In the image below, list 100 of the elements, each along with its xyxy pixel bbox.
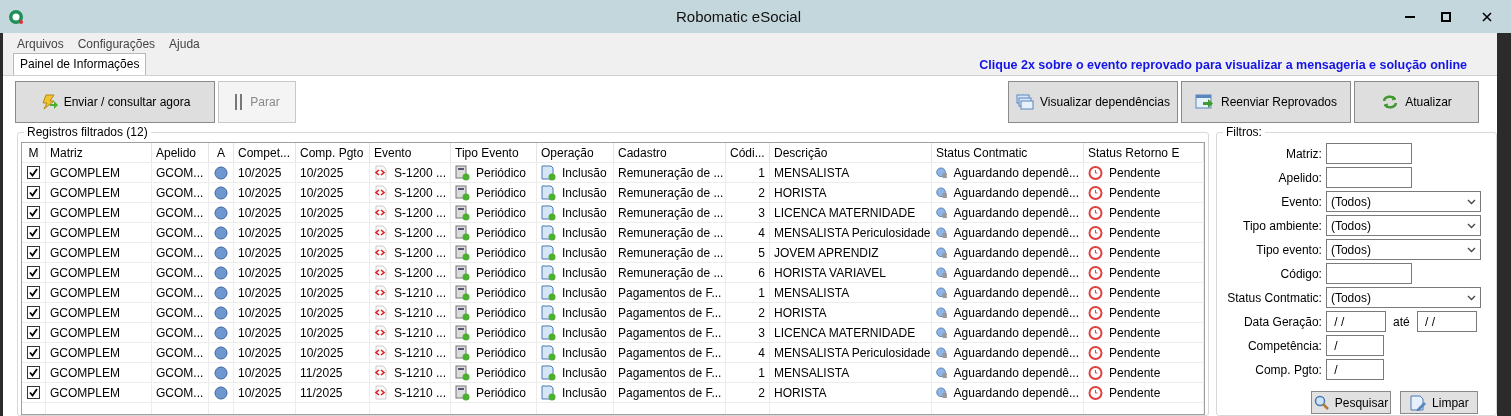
table-cell: S-1210 ... xyxy=(393,285,446,300)
table-cell: Aguardando dependê... xyxy=(953,165,1079,180)
document-add-icon xyxy=(541,304,556,321)
window-title: Robomatic eSocial xyxy=(674,8,803,25)
table-cell: GCOMPLEM xyxy=(50,285,120,300)
field-label: Evento: xyxy=(1280,194,1322,209)
menu-item[interactable]: Configurações xyxy=(77,36,156,51)
table-cell: 1 xyxy=(758,165,765,180)
checkbox[interactable] xyxy=(27,166,40,179)
table-cell: 10/2025 xyxy=(300,225,344,240)
table-cell: 4 xyxy=(758,225,765,240)
table-cell: Pendente xyxy=(1109,365,1161,380)
windows-icon xyxy=(1016,94,1035,110)
chevron-down-icon xyxy=(1466,246,1476,253)
table-cell: HORISTA xyxy=(774,385,827,400)
table-cell: GCOMPLEM xyxy=(50,365,120,380)
checkbox[interactable] xyxy=(27,266,40,279)
table-cell: MENSALISTA xyxy=(774,285,850,300)
globe-icon xyxy=(214,265,228,280)
table-cell: 10/2025 xyxy=(238,245,282,260)
checkbox[interactable] xyxy=(27,286,40,299)
field-label: Tipo ambiente: xyxy=(1242,218,1322,233)
field-label: Tipo evento: xyxy=(1255,242,1322,257)
toolbar-button[interactable]: Reenviar Reprovados xyxy=(1181,81,1351,123)
table-cell: Pendente xyxy=(1109,225,1161,240)
dropdown[interactable]: (Todos) xyxy=(1325,287,1481,308)
alarm-clock-icon xyxy=(1088,205,1103,220)
table-cell: Aguardando dependê... xyxy=(953,265,1079,280)
code-file-icon xyxy=(374,225,388,240)
table-cell: GCOMPLEM xyxy=(50,265,120,280)
refresh-icon xyxy=(1381,94,1400,110)
checkbox[interactable] xyxy=(27,306,40,319)
input-field[interactable] xyxy=(1325,143,1412,164)
date-field[interactable]: / / xyxy=(1416,311,1477,332)
table-cell: Aguardando dependê... xyxy=(953,185,1079,200)
code-file-icon xyxy=(374,385,388,400)
checkbox[interactable] xyxy=(27,386,40,399)
group-title: Filtros: xyxy=(1222,125,1265,139)
search-icon xyxy=(1313,394,1330,411)
input-field[interactable] xyxy=(1325,263,1412,284)
input-field[interactable] xyxy=(1325,167,1412,188)
table-cell: 10/2025 xyxy=(300,265,344,280)
table-cell: Inclusão xyxy=(562,385,607,400)
toolbar-button[interactable]: Visualizar dependências xyxy=(1008,81,1178,123)
table-cell: Aguardando dependê... xyxy=(953,345,1079,360)
code-file-icon xyxy=(374,325,388,340)
toolbar-button[interactable]: Enviar / consultar agora xyxy=(15,81,215,123)
globe-icon xyxy=(214,325,228,340)
table-cell: Pagamentos de F... xyxy=(618,305,722,320)
table-cell: 1 xyxy=(758,285,765,300)
table-cell: 10/2025 xyxy=(300,305,344,320)
date-field[interactable]: / / xyxy=(1325,311,1386,332)
filter-button[interactable]: Limpar xyxy=(1399,391,1478,414)
globe-icon xyxy=(214,345,228,360)
menu-item[interactable]: Arquivos xyxy=(17,36,64,51)
calculator-add-icon xyxy=(455,244,470,261)
toolbar-button[interactable]: Atualizar xyxy=(1354,81,1479,123)
checkbox[interactable] xyxy=(27,326,40,339)
calculator-add-icon xyxy=(455,184,470,201)
globe-icon xyxy=(214,365,228,380)
input-field[interactable]: / xyxy=(1325,335,1384,356)
input-field[interactable]: / xyxy=(1325,359,1384,380)
alarm-clock-icon xyxy=(1088,305,1103,320)
globe-icon xyxy=(214,205,228,220)
calculator-add-icon xyxy=(455,384,470,401)
table-cell: Pendente xyxy=(1109,245,1161,260)
table-cell: GCOM... xyxy=(156,365,204,380)
table-cell: GCOM... xyxy=(156,265,204,280)
dropdown[interactable]: (Todos) xyxy=(1325,239,1481,260)
table-cell: GCOMPLEM xyxy=(50,305,120,320)
checkbox[interactable] xyxy=(27,366,40,379)
globe-icon xyxy=(214,285,228,300)
calculator-add-icon xyxy=(455,224,470,241)
table-cell: Pagamentos de F... xyxy=(618,385,722,400)
alarm-clock-icon xyxy=(1088,265,1103,280)
table-cell: Inclusão xyxy=(562,185,607,200)
table-cell: GCOMPLEM xyxy=(50,245,120,260)
checkbox[interactable] xyxy=(27,346,40,359)
code-file-icon xyxy=(374,285,388,300)
table-cell: GCOM... xyxy=(156,165,204,180)
tab[interactable]: Painel de Informações xyxy=(13,53,147,75)
dropdown[interactable]: (Todos) xyxy=(1325,215,1481,236)
table-cell: Periódico xyxy=(476,345,527,360)
dropdown[interactable]: (Todos) xyxy=(1325,191,1481,212)
filter-button[interactable]: Pesquisar xyxy=(1310,391,1391,414)
checkbox[interactable] xyxy=(27,246,40,259)
table-cell: GCOM... xyxy=(156,305,204,320)
checkbox[interactable] xyxy=(27,206,40,219)
checkbox[interactable] xyxy=(27,226,40,239)
table-cell: GCOMPLEM xyxy=(50,205,120,220)
table-cell: Periódico xyxy=(476,205,527,220)
table-cell: GCOM... xyxy=(156,325,204,340)
hint-text: Clique 2x sobre o evento reprovado para visualizar a mensageria e solução online xyxy=(979,58,1468,74)
table-cell: Pendente xyxy=(1109,305,1161,320)
check-icon xyxy=(29,168,38,177)
table-cell: Pendente xyxy=(1109,165,1161,180)
menu-item[interactable]: Ajuda xyxy=(169,36,200,51)
document-add-icon xyxy=(541,244,556,261)
checkbox[interactable] xyxy=(27,186,40,199)
table-cell: MENSALISTA xyxy=(774,165,850,180)
